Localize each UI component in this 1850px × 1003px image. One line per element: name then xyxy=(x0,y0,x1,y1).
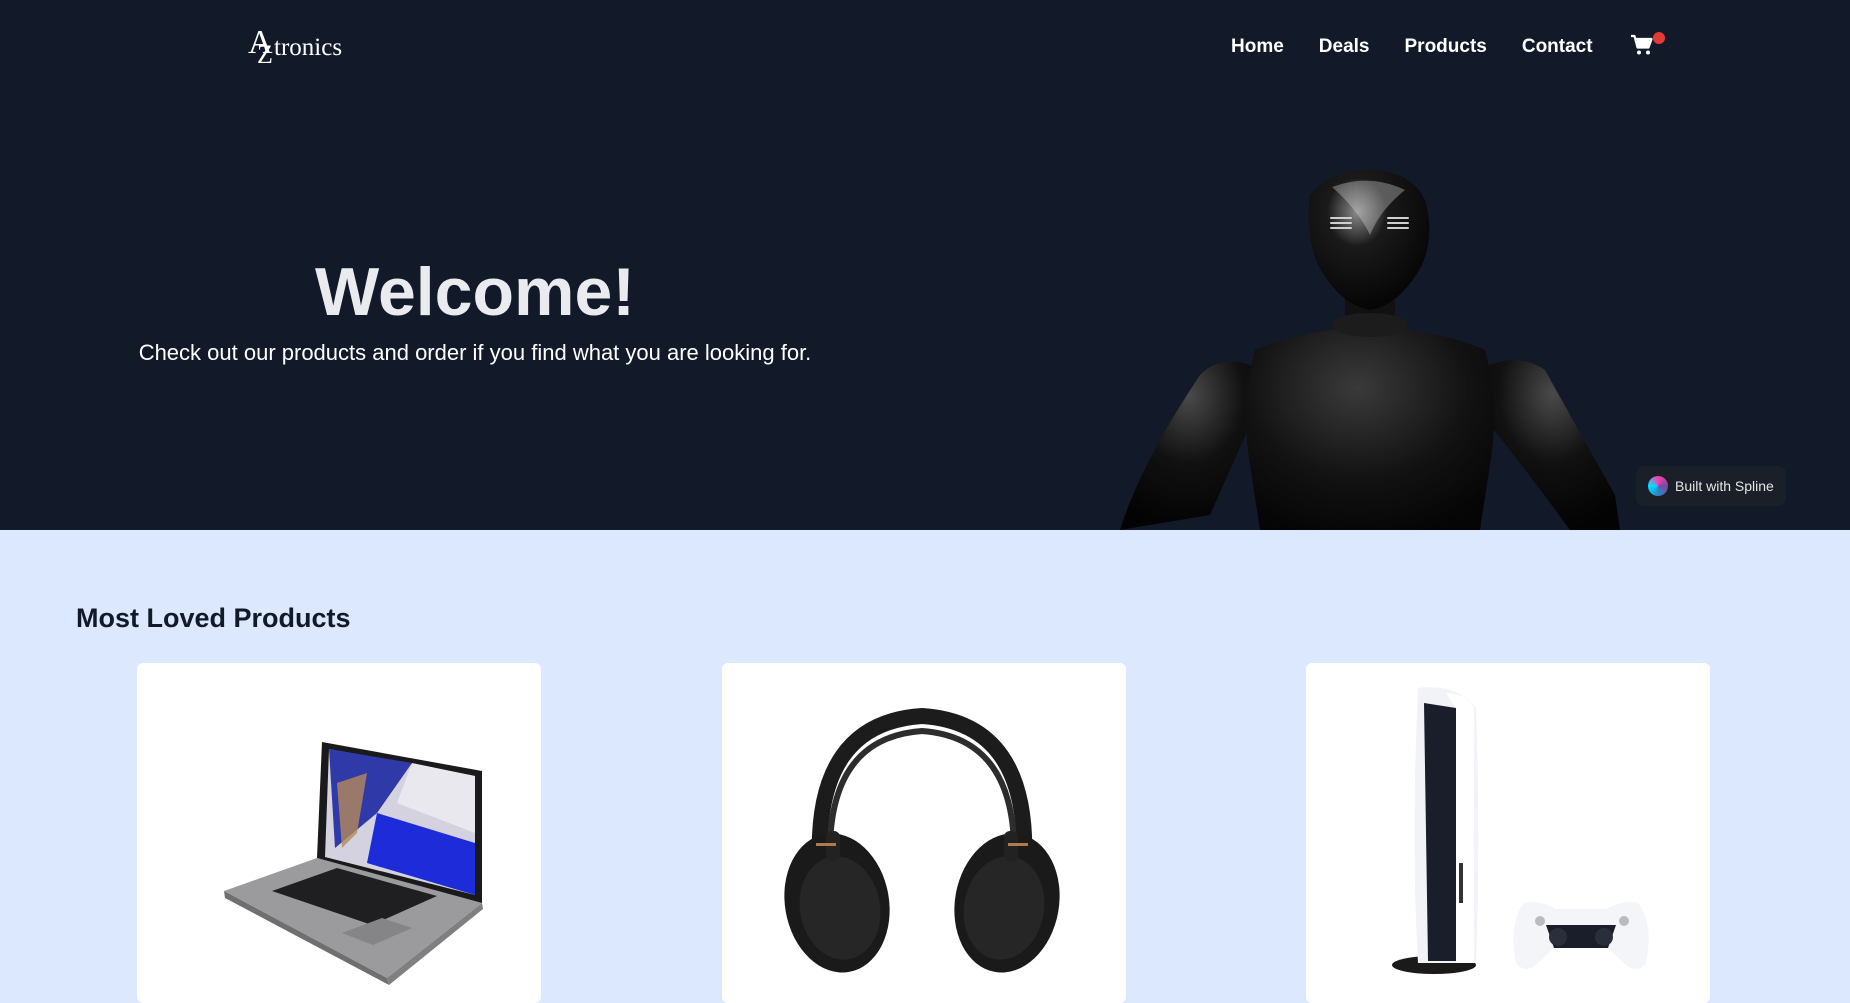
nav-products[interactable]: Products xyxy=(1405,35,1487,59)
logo-text: tronics xyxy=(274,34,343,61)
section-title: Most Loved Products xyxy=(76,603,351,633)
game-console-image xyxy=(1392,687,1649,974)
hero-subtitle: Check out our products and order if you … xyxy=(138,340,812,365)
logo[interactable]: A Z tronics xyxy=(248,26,342,68)
nav-deals[interactable]: Deals xyxy=(1319,35,1370,59)
built-with-spline-badge[interactable]: Built with Spline xyxy=(1636,466,1786,506)
logo-mark-z: Z xyxy=(257,40,273,69)
product-card-headphones[interactable] xyxy=(722,663,1126,1003)
hero-title: Welcome! xyxy=(315,254,635,330)
product-card-laptop[interactable] xyxy=(137,663,541,1003)
robot-3d-illustration[interactable] xyxy=(1100,165,1640,530)
headphones-image xyxy=(784,707,1060,973)
spline-badge-label: Built with Spline xyxy=(1675,478,1774,494)
shopping-cart-icon[interactable] xyxy=(1630,32,1665,60)
main-nav: Home Deals Products Contact xyxy=(1231,32,1665,60)
nav-home[interactable]: Home xyxy=(1231,35,1284,59)
laptop-image xyxy=(224,742,483,985)
hero-section: A Z tronics Home Deals Products Contact … xyxy=(0,0,1850,530)
spline-logo-icon xyxy=(1648,476,1668,496)
logo-mark: A Z xyxy=(248,26,278,68)
nav-contact[interactable]: Contact xyxy=(1522,35,1593,59)
product-card-game-console[interactable] xyxy=(1306,663,1710,1003)
cart-notification-badge xyxy=(1652,32,1665,44)
